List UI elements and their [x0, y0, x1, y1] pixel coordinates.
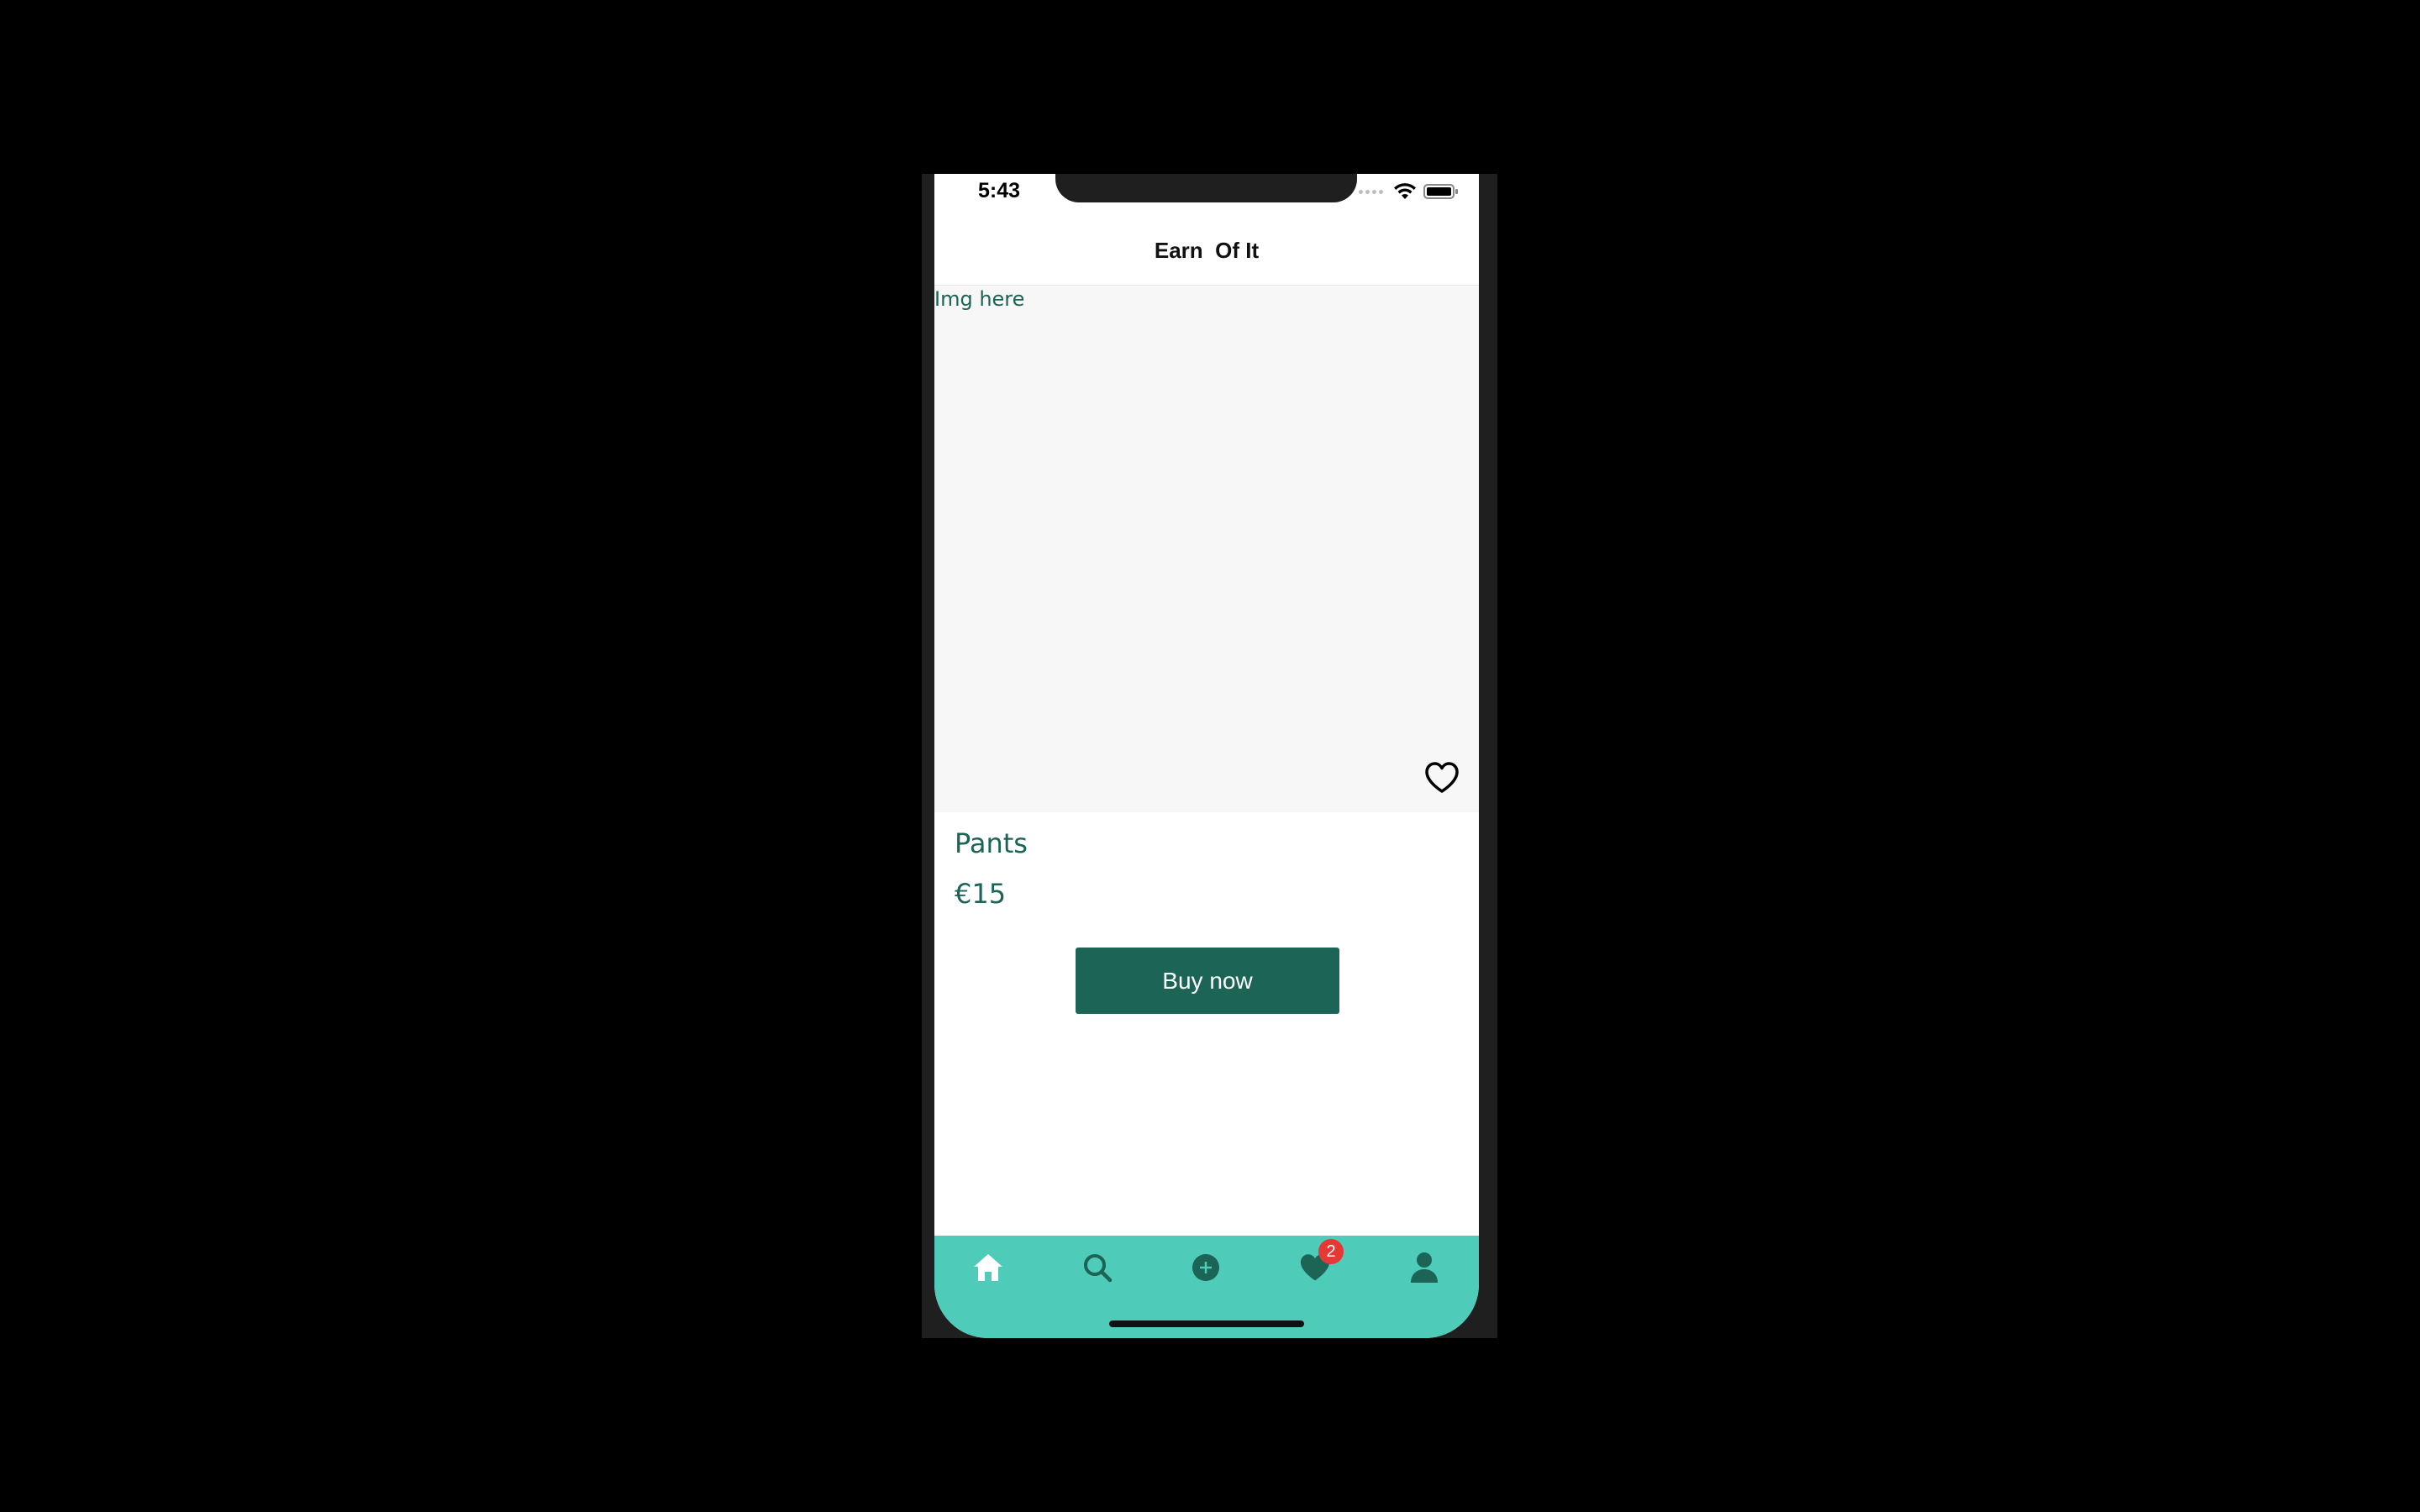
- tab-profile[interactable]: [1374, 1236, 1475, 1299]
- wifi-icon: [1394, 183, 1416, 199]
- bottom-tab-bar: 2: [934, 1236, 1479, 1338]
- add-circle-icon: [1192, 1254, 1219, 1281]
- home-indicator[interactable]: [1109, 1320, 1304, 1327]
- heart-outline-icon: [1425, 762, 1459, 793]
- favorites-count-badge: 2: [1318, 1239, 1344, 1264]
- image-placeholder-text: Img here: [934, 287, 1025, 311]
- product-image: Img here: [934, 286, 1479, 812]
- status-icons: [1359, 182, 1459, 201]
- navigation-header: Earn Of It: [934, 216, 1479, 286]
- tab-add[interactable]: [1155, 1236, 1256, 1299]
- device-notch: [1055, 174, 1357, 202]
- tab-favorites[interactable]: 2: [1265, 1236, 1365, 1299]
- product-price: €15: [955, 878, 1007, 910]
- favorite-toggle[interactable]: [1423, 761, 1460, 795]
- device-screen: 5:43 Earn Of It Img here Pants €15 Buy n…: [934, 174, 1479, 1338]
- home-icon: [974, 1254, 1002, 1281]
- battery-icon: [1423, 184, 1458, 199]
- cellular-dots-icon: [1359, 189, 1383, 194]
- status-bar: 5:43: [934, 174, 1479, 216]
- search-icon: [1084, 1254, 1113, 1283]
- tab-home[interactable]: [938, 1236, 1039, 1299]
- product-name: Pants: [955, 827, 1028, 859]
- tab-search[interactable]: [1047, 1236, 1148, 1299]
- status-time: 5:43: [978, 179, 1021, 202]
- person-icon: [1411, 1252, 1438, 1283]
- buy-now-button[interactable]: Buy now: [1076, 948, 1339, 1014]
- page-title: Earn Of It: [1154, 237, 1260, 263]
